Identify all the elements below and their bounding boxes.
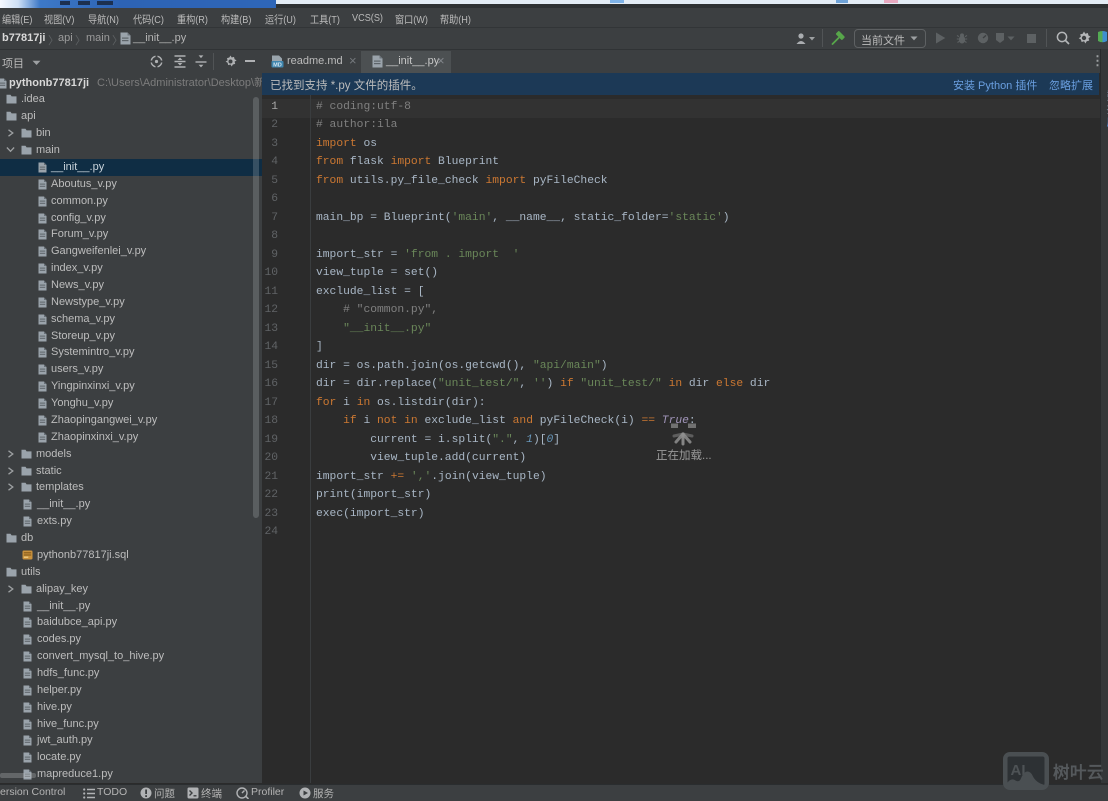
svg-text:树叶云: 树叶云: [1053, 763, 1104, 782]
svg-text:MD: MD: [273, 63, 282, 69]
